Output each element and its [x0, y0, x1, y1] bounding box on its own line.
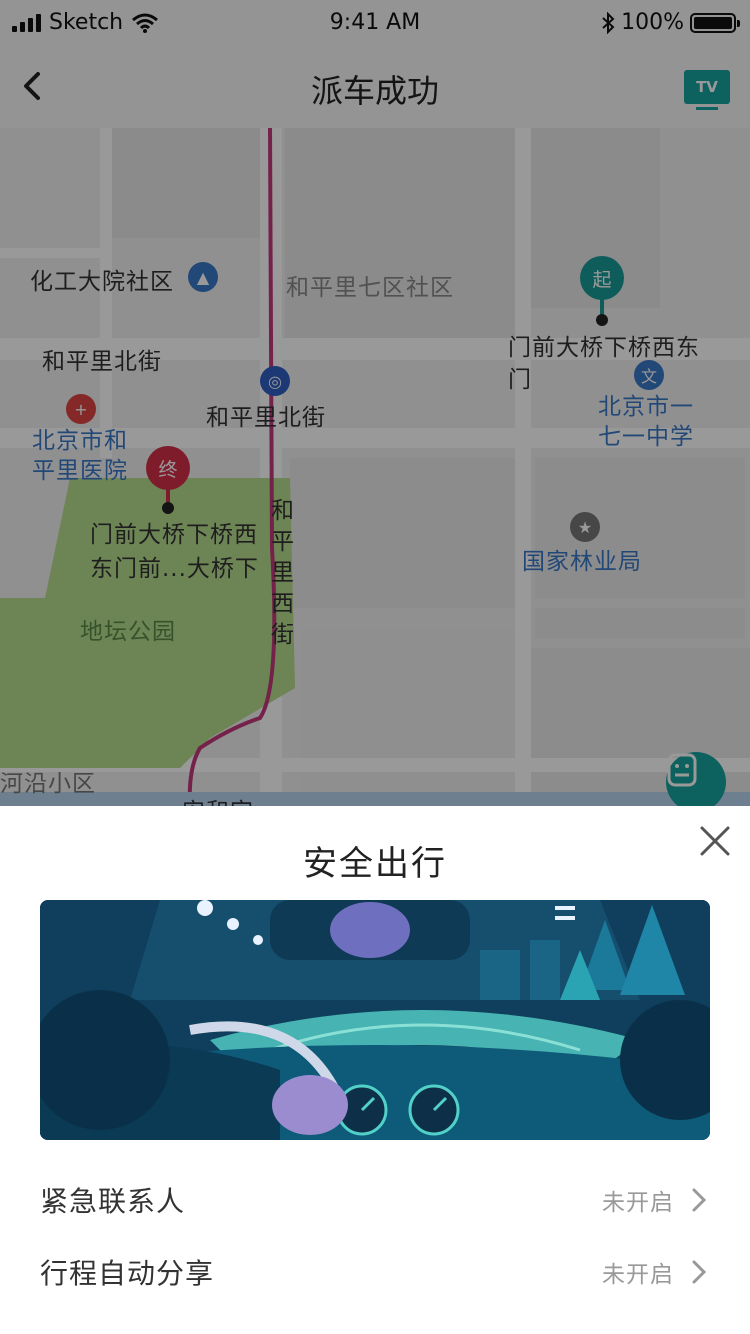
row-status-trip-auto-share: 未开启: [602, 1262, 674, 1288]
safety-sheet: 安全出行 紧急联系人 未开启 行程自动分享 未开启: [0, 806, 750, 1334]
row-label-emergency-contact: 紧急联系人: [40, 1185, 186, 1218]
close-icon[interactable]: [698, 824, 732, 858]
chevron-right-icon: [692, 1188, 707, 1212]
row-emergency-contact[interactable]: 紧急联系人 未开启: [40, 1170, 710, 1230]
car-night-drive-image: [40, 900, 710, 1140]
safety-illustration: [40, 900, 710, 1140]
chevron-right-icon: [692, 1260, 707, 1284]
row-status-emergency-contact: 未开启: [602, 1190, 674, 1216]
row-label-trip-auto-share: 行程自动分享: [40, 1257, 215, 1290]
sheet-title: 安全出行: [303, 844, 447, 884]
modal-backdrop[interactable]: [0, 0, 750, 806]
row-trip-auto-share[interactable]: 行程自动分享 未开启: [40, 1242, 710, 1302]
